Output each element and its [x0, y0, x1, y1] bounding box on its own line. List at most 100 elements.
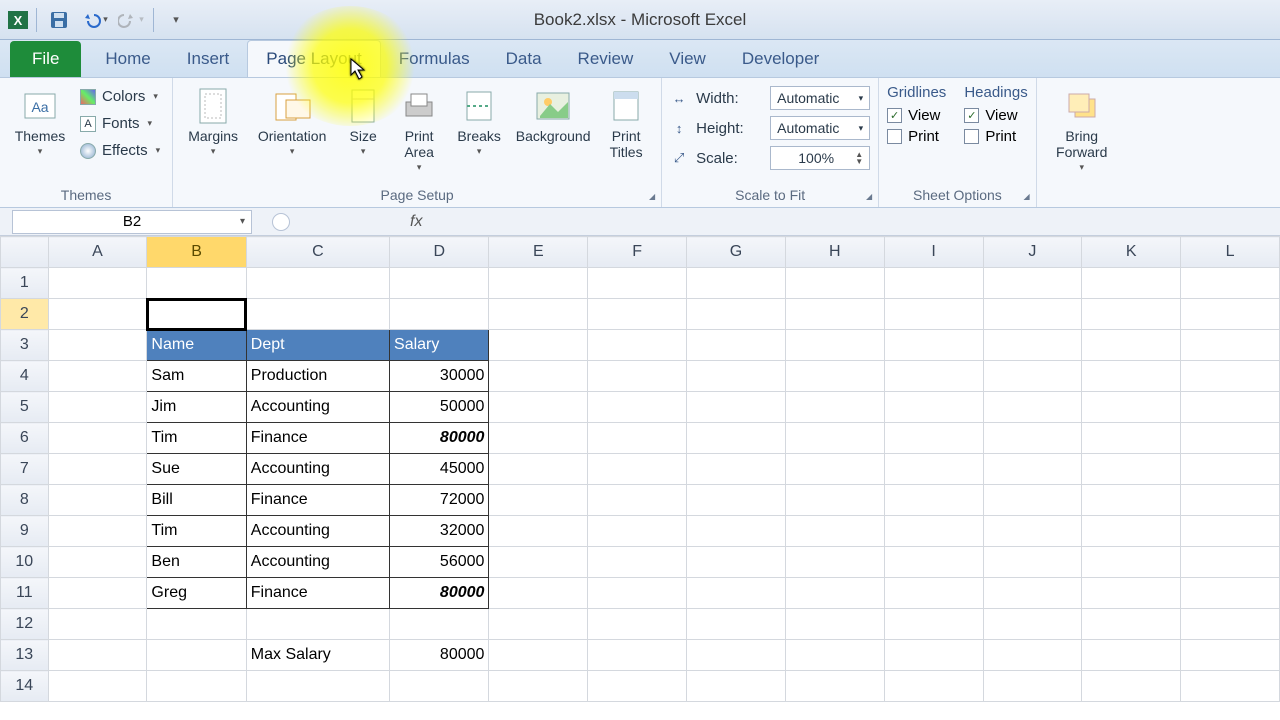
- cell-A3[interactable]: [48, 330, 147, 361]
- cell-I7[interactable]: [884, 454, 983, 485]
- fx-icon[interactable]: fx: [410, 213, 422, 231]
- undo-icon[interactable]: ▾: [81, 6, 109, 34]
- cell-F4[interactable]: [588, 361, 687, 392]
- tab-file[interactable]: File: [10, 41, 81, 77]
- redo-icon[interactable]: ▾: [117, 6, 145, 34]
- cell-E4[interactable]: [489, 361, 588, 392]
- width-dropdown[interactable]: Automatic▾: [770, 86, 870, 110]
- cell-E2[interactable]: [489, 299, 588, 330]
- cell-F1[interactable]: [588, 268, 687, 299]
- cell-J5[interactable]: [983, 392, 1082, 423]
- cell-J11[interactable]: [983, 578, 1082, 609]
- tab-data[interactable]: Data: [488, 41, 560, 77]
- cell-A9[interactable]: [48, 516, 147, 547]
- cell-L13[interactable]: [1181, 640, 1280, 671]
- cell-C14[interactable]: [246, 671, 389, 702]
- scale-spinner[interactable]: 100%▲▼: [770, 146, 870, 170]
- cell-C12[interactable]: [246, 609, 389, 640]
- row-header-14[interactable]: 14: [1, 671, 49, 702]
- cell-H6[interactable]: [785, 423, 884, 454]
- cell-J3[interactable]: [983, 330, 1082, 361]
- cell-D11[interactable]: 80000: [390, 578, 489, 609]
- cell-B4[interactable]: Sam: [147, 361, 246, 392]
- cell-B11[interactable]: Greg: [147, 578, 246, 609]
- cell-I12[interactable]: [884, 609, 983, 640]
- col-header-A[interactable]: A: [48, 237, 147, 268]
- cell-G5[interactable]: [687, 392, 786, 423]
- row-header-8[interactable]: 8: [1, 485, 49, 516]
- gridlines-view-checkbox[interactable]: ✓View: [887, 107, 946, 124]
- cell-J14[interactable]: [983, 671, 1082, 702]
- cell-E10[interactable]: [489, 547, 588, 578]
- row-header-7[interactable]: 7: [1, 454, 49, 485]
- height-dropdown[interactable]: Automatic▾: [770, 116, 870, 140]
- col-header-K[interactable]: K: [1082, 237, 1181, 268]
- cell-I8[interactable]: [884, 485, 983, 516]
- cell-H5[interactable]: [785, 392, 884, 423]
- cell-J6[interactable]: [983, 423, 1082, 454]
- cell-L6[interactable]: [1181, 423, 1280, 454]
- cell-D13[interactable]: 80000: [390, 640, 489, 671]
- cell-G14[interactable]: [687, 671, 786, 702]
- formula-input[interactable]: [430, 210, 1280, 234]
- cell-H13[interactable]: [785, 640, 884, 671]
- cell-D1[interactable]: [390, 268, 489, 299]
- cell-F8[interactable]: [588, 485, 687, 516]
- print-titles-button[interactable]: Print Titles: [599, 82, 653, 174]
- col-header-C[interactable]: C: [246, 237, 389, 268]
- cell-E11[interactable]: [489, 578, 588, 609]
- cell-K13[interactable]: [1082, 640, 1181, 671]
- cell-D9[interactable]: 32000: [390, 516, 489, 547]
- cell-D5[interactable]: 50000: [390, 392, 489, 423]
- cell-H4[interactable]: [785, 361, 884, 392]
- cell-A4[interactable]: [48, 361, 147, 392]
- cell-K8[interactable]: [1082, 485, 1181, 516]
- headings-view-checkbox[interactable]: ✓View: [964, 107, 1027, 124]
- row-header-13[interactable]: 13: [1, 640, 49, 671]
- cell-L5[interactable]: [1181, 392, 1280, 423]
- cell-C5[interactable]: Accounting: [246, 392, 389, 423]
- cell-F7[interactable]: [588, 454, 687, 485]
- cell-K14[interactable]: [1082, 671, 1181, 702]
- cell-J7[interactable]: [983, 454, 1082, 485]
- cell-I10[interactable]: [884, 547, 983, 578]
- fonts-button[interactable]: AFonts▾: [76, 113, 164, 134]
- cell-G3[interactable]: [687, 330, 786, 361]
- cell-F2[interactable]: [588, 299, 687, 330]
- cell-B9[interactable]: Tim: [147, 516, 246, 547]
- cell-D12[interactable]: [390, 609, 489, 640]
- cell-F13[interactable]: [588, 640, 687, 671]
- cell-G2[interactable]: [687, 299, 786, 330]
- cell-I6[interactable]: [884, 423, 983, 454]
- cell-H9[interactable]: [785, 516, 884, 547]
- tab-developer[interactable]: Developer: [724, 41, 838, 77]
- cell-E12[interactable]: [489, 609, 588, 640]
- row-header-4[interactable]: 4: [1, 361, 49, 392]
- cell-G1[interactable]: [687, 268, 786, 299]
- cell-F6[interactable]: [588, 423, 687, 454]
- cell-B8[interactable]: Bill: [147, 485, 246, 516]
- cell-C6[interactable]: Finance: [246, 423, 389, 454]
- tab-insert[interactable]: Insert: [169, 41, 248, 77]
- col-header-L[interactable]: L: [1181, 237, 1280, 268]
- cell-F9[interactable]: [588, 516, 687, 547]
- row-header-2[interactable]: 2: [1, 299, 49, 330]
- cell-H14[interactable]: [785, 671, 884, 702]
- cell-I14[interactable]: [884, 671, 983, 702]
- cell-H2[interactable]: [785, 299, 884, 330]
- cell-D3[interactable]: Salary: [390, 330, 489, 361]
- cell-B12[interactable]: [147, 609, 246, 640]
- cell-J2[interactable]: [983, 299, 1082, 330]
- cell-C3[interactable]: Dept: [246, 330, 389, 361]
- bring-forward-button[interactable]: Bring Forward▾: [1045, 82, 1119, 174]
- cell-G10[interactable]: [687, 547, 786, 578]
- cell-A1[interactable]: [48, 268, 147, 299]
- cell-C8[interactable]: Finance: [246, 485, 389, 516]
- cell-H8[interactable]: [785, 485, 884, 516]
- cell-G6[interactable]: [687, 423, 786, 454]
- cell-F3[interactable]: [588, 330, 687, 361]
- cell-L8[interactable]: [1181, 485, 1280, 516]
- cell-C2[interactable]: [246, 299, 389, 330]
- row-header-1[interactable]: 1: [1, 268, 49, 299]
- cell-I9[interactable]: [884, 516, 983, 547]
